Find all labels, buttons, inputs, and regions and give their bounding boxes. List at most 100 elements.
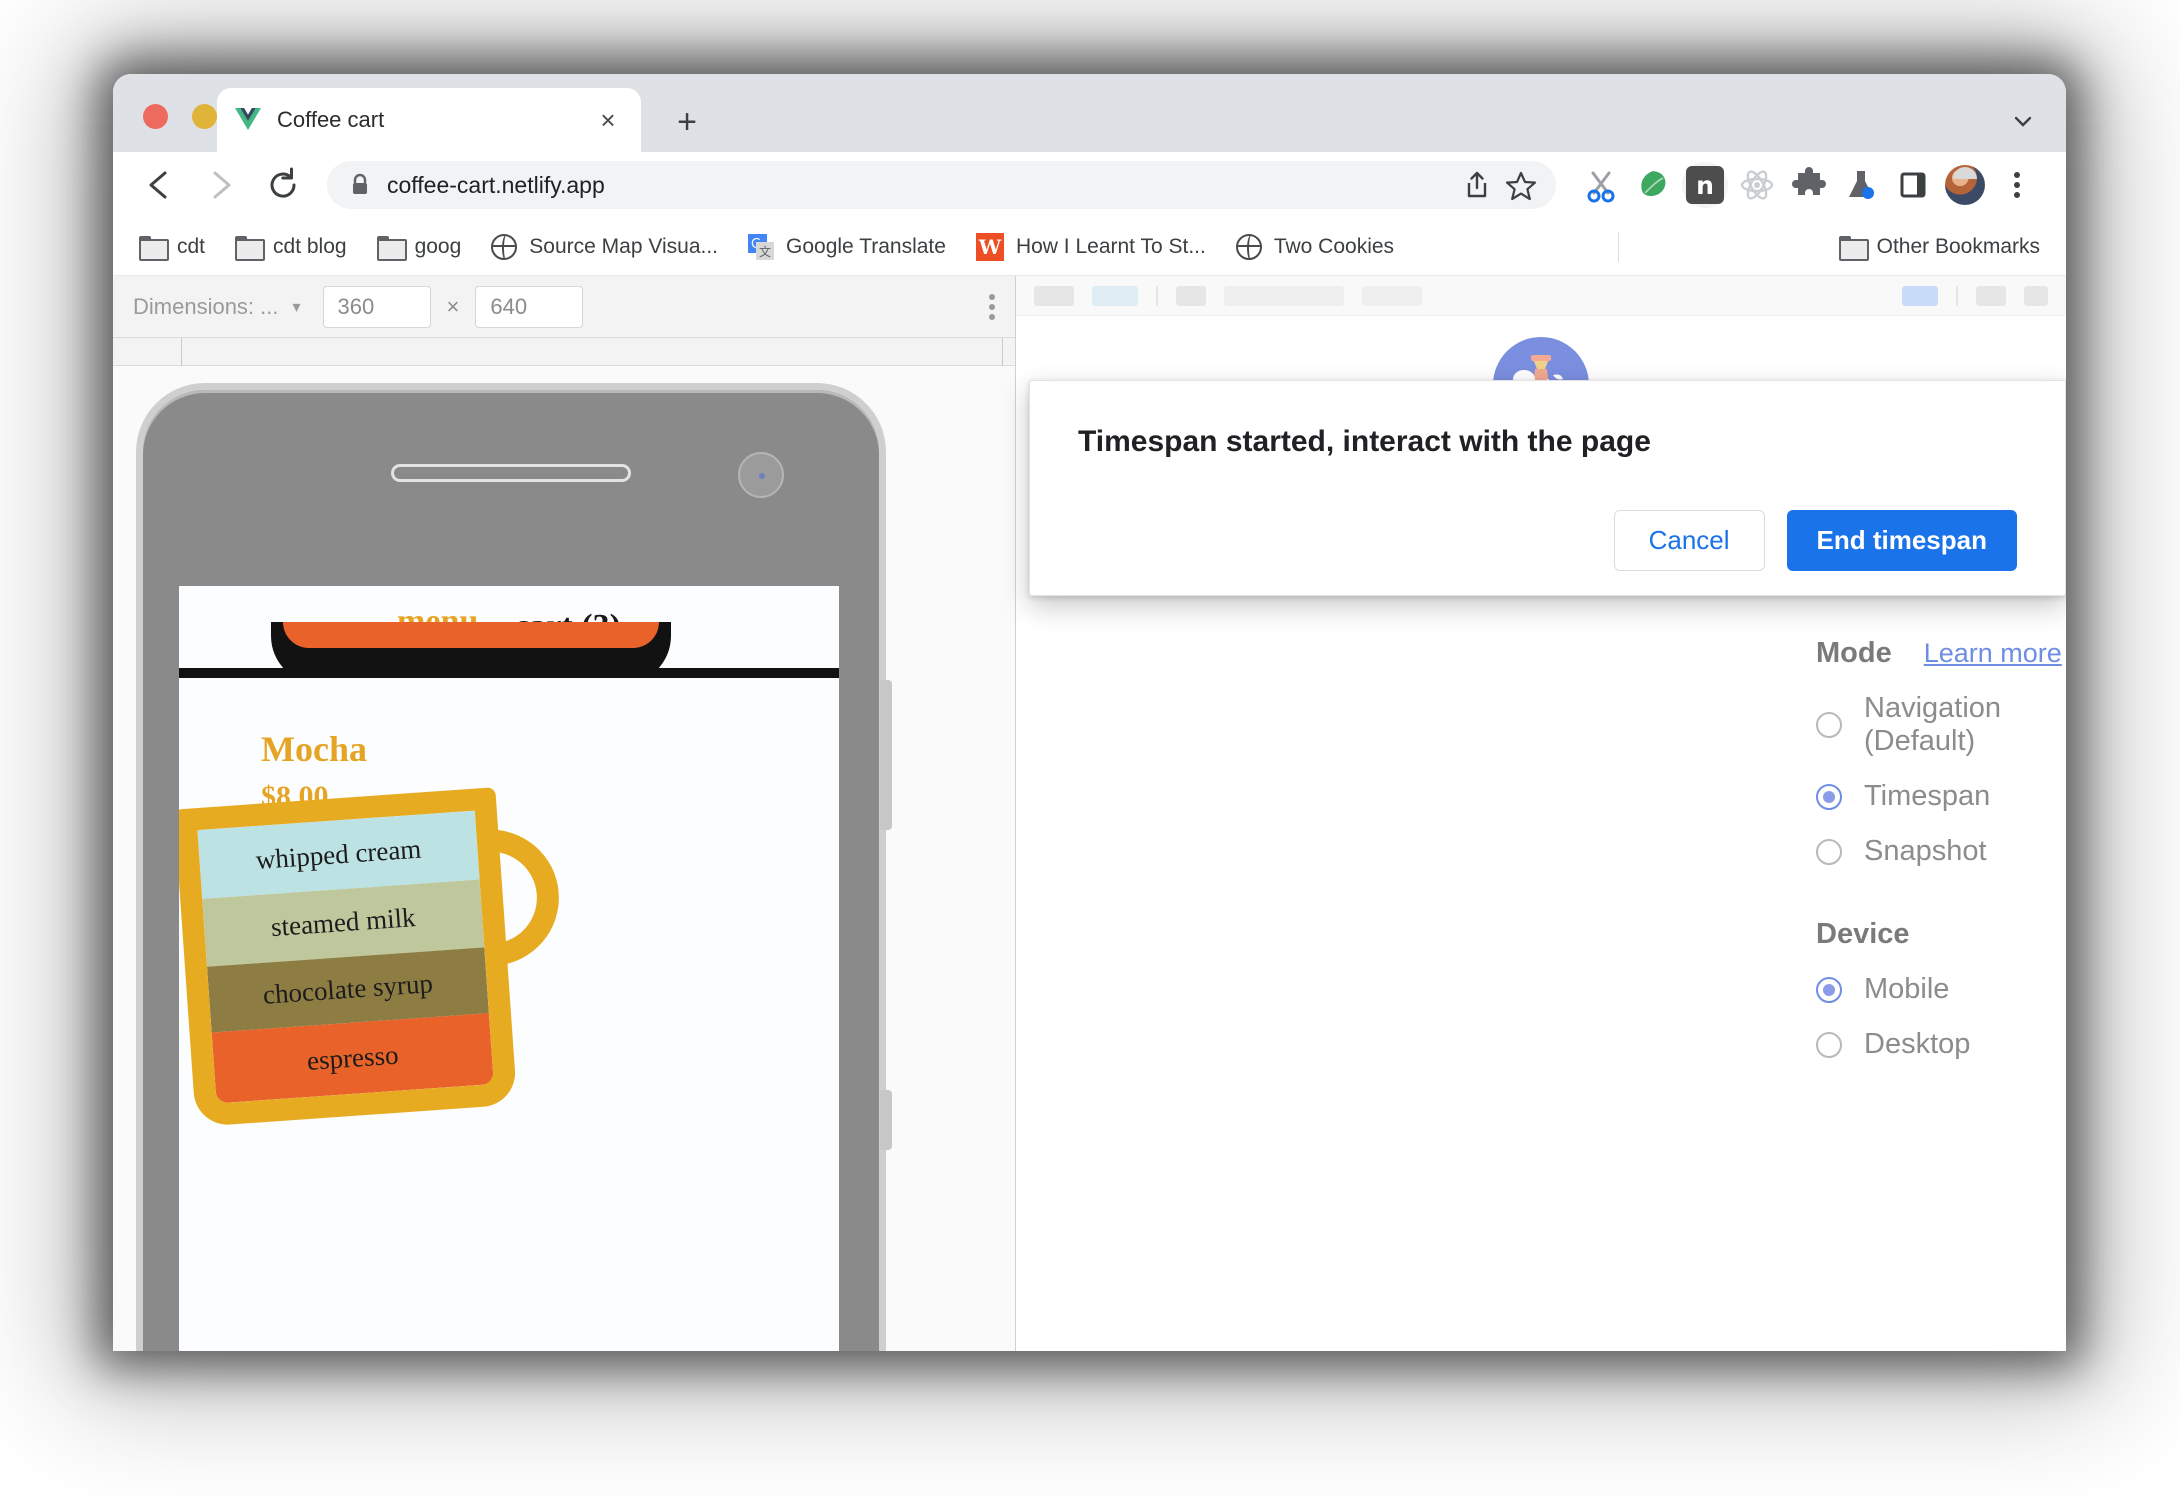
radio-icon[interactable] [1816,838,1842,865]
device-emulation-pane: Dimensions: ... ▾ 360 × 640 Mocha $8.00 … [113,276,1016,1351]
toolbar-ghost-item[interactable] [1092,285,1138,306]
extension-toolbar: n [1572,162,2040,208]
tab-title: Coffee cart [277,107,385,132]
dialog-title: Timespan started, interact with the page [1078,425,1651,458]
product-name: Mocha [261,729,367,769]
toolbar-ghost-item[interactable] [2024,285,2048,306]
device-toolbar: Dimensions: ... ▾ 360 × 640 [113,276,1015,338]
folder-icon [139,236,169,261]
toolbar-ghost-item[interactable] [1034,285,1074,306]
toolbar-ghost-item[interactable] [1176,285,1206,306]
address-bar[interactable]: coffee-cart.netlify.app [327,161,1556,209]
close-window-button[interactable] [143,104,168,129]
back-icon[interactable] [139,165,179,205]
toolbar-ghost-item[interactable] [1224,285,1344,306]
browser-window: Coffee cart × + coffee-cart.netlify.app … [113,74,2066,1351]
lock-icon [349,173,371,197]
kebab-icon [989,293,995,320]
phone-volume-button [880,680,892,830]
dimensions-dropdown[interactable]: Dimensions: ... ▾ [133,294,301,320]
dimension-separator: × [446,293,460,319]
radio-icon-selected[interactable] [1816,783,1842,810]
end-timespan-button[interactable]: End timespan [1786,510,2017,571]
avatar[interactable] [1942,162,1988,208]
bookmark-google-translate[interactable]: G 文 Google Translate [748,233,946,260]
forward-icon[interactable] [201,165,241,205]
width-input[interactable]: 360 [322,285,431,328]
profile-avatar-image [1945,165,1985,205]
radio-label: Snapshot [1864,835,1987,867]
cancel-button[interactable]: Cancel [1613,510,1765,571]
folder-icon [376,236,407,261]
bookmark-label: Google Translate [786,234,946,258]
n-extension-label: n [1686,166,1724,204]
mode-radio-timespan[interactable]: Timespan [1816,780,2066,813]
mode-section: Mode Learn more Navigation (Default) Tim… [1016,587,2066,868]
dialog-actions: Cancel End timespan [1613,510,2017,571]
close-tab-icon[interactable]: × [593,105,623,135]
puzzle-extensions-icon[interactable] [1786,162,1832,208]
device-radio-mobile[interactable]: Mobile [1816,973,2066,1006]
radio-icon[interactable] [1816,1031,1842,1058]
star-icon[interactable] [1504,168,1538,202]
bookmark-label: Two Cookies [1273,234,1395,258]
browser-tab-coffee-cart[interactable]: Coffee cart × [217,88,641,152]
google-translate-icon: G 文 [748,233,775,260]
bookmarks-bar: cdt cdt blog goog Source Map Visua... G … [113,218,2066,276]
radio-label: Mobile [1864,973,1950,1005]
n-extension-icon[interactable]: n [1682,162,1728,208]
mode-header: Mode Learn more [1816,637,2066,670]
chrome-menu-kebab[interactable] [1994,162,2040,208]
mode-radio-navigation[interactable]: Navigation (Default) [1816,692,2066,758]
mode-radio-snapshot[interactable]: Snapshot [1816,835,2066,868]
leaf-extension-icon[interactable] [1630,162,1676,208]
phone-mockup: menu cart (3) Mocha $8.00 [143,390,892,1351]
device-radio-desktop[interactable]: Desktop [1816,1028,2066,1061]
radio-icon[interactable] [1816,712,1842,738]
bookmark-label: cdt blog [273,234,347,258]
bookmark-label: cdt [177,234,206,258]
bookmark-other-bookmarks[interactable]: Other Bookmarks [1838,235,2040,261]
radio-icon-selected[interactable] [1816,976,1842,1003]
toolbar-divider [1156,285,1158,306]
emulation-kebab[interactable] [989,293,995,320]
bookmark-source-map-visualizer[interactable]: Source Map Visua... [491,233,718,260]
globe-icon [1235,233,1262,260]
toolbar-ghost-item[interactable] [1976,285,2006,306]
minimize-window-button[interactable] [192,104,217,129]
bookmark-cdt-blog[interactable]: cdt blog [235,234,347,261]
coffee-cup-illustration[interactable]: whipped cream steamed milk chocolate syr… [179,783,576,1139]
share-icon[interactable] [1460,168,1494,202]
new-tab-button[interactable]: + [669,104,705,140]
navigation-toolbar: coffee-cart.netlify.app n [113,152,2066,218]
devtools-panel-toolbar [1016,276,2066,316]
vue-favicon-icon [235,108,261,132]
height-input[interactable]: 640 [475,285,584,328]
cup-body: whipped cream steamed milk chocolate syr… [179,787,518,1127]
radio-label: Desktop [1864,1028,1971,1060]
bookmarks-divider [1617,231,1619,262]
scissors-extension-icon[interactable] [1578,162,1624,208]
emulation-stage: menu cart (3) Mocha $8.00 [113,366,1015,1351]
toolbar-ghost-item[interactable] [1902,285,1938,306]
kebab-icon [2014,172,2020,198]
bookmark-goog[interactable]: goog [376,234,462,261]
w-icon: W [975,232,1004,261]
emulated-page-viewport[interactable]: menu cart (3) Mocha $8.00 [179,586,839,1351]
react-devtools-icon[interactable] [1734,162,1780,208]
bookmark-label: goog [414,234,462,258]
bookmark-how-i-learnt-to-st[interactable]: W How I Learnt To St... [975,232,1206,261]
flask-experiments-icon[interactable] [1838,162,1884,208]
bookmark-label: How I Learnt To St... [1015,234,1206,258]
side-panel-icon[interactable] [1890,162,1936,208]
dimensions-label: Dimensions: ... [133,293,279,319]
mode-learn-more-link[interactable]: Learn more [1924,638,2062,669]
toolbar-ghost-item[interactable] [1362,285,1422,306]
chevron-down-icon[interactable] [2008,106,2038,136]
reload-icon[interactable] [263,165,303,205]
timespan-dialog: Timespan started, interact with the page… [1029,380,2066,596]
phone-camera-icon [738,452,784,498]
phone-power-button [880,1090,892,1150]
bookmark-two-cookies[interactable]: Two Cookies [1235,233,1395,260]
bookmark-cdt[interactable]: cdt [139,234,206,261]
